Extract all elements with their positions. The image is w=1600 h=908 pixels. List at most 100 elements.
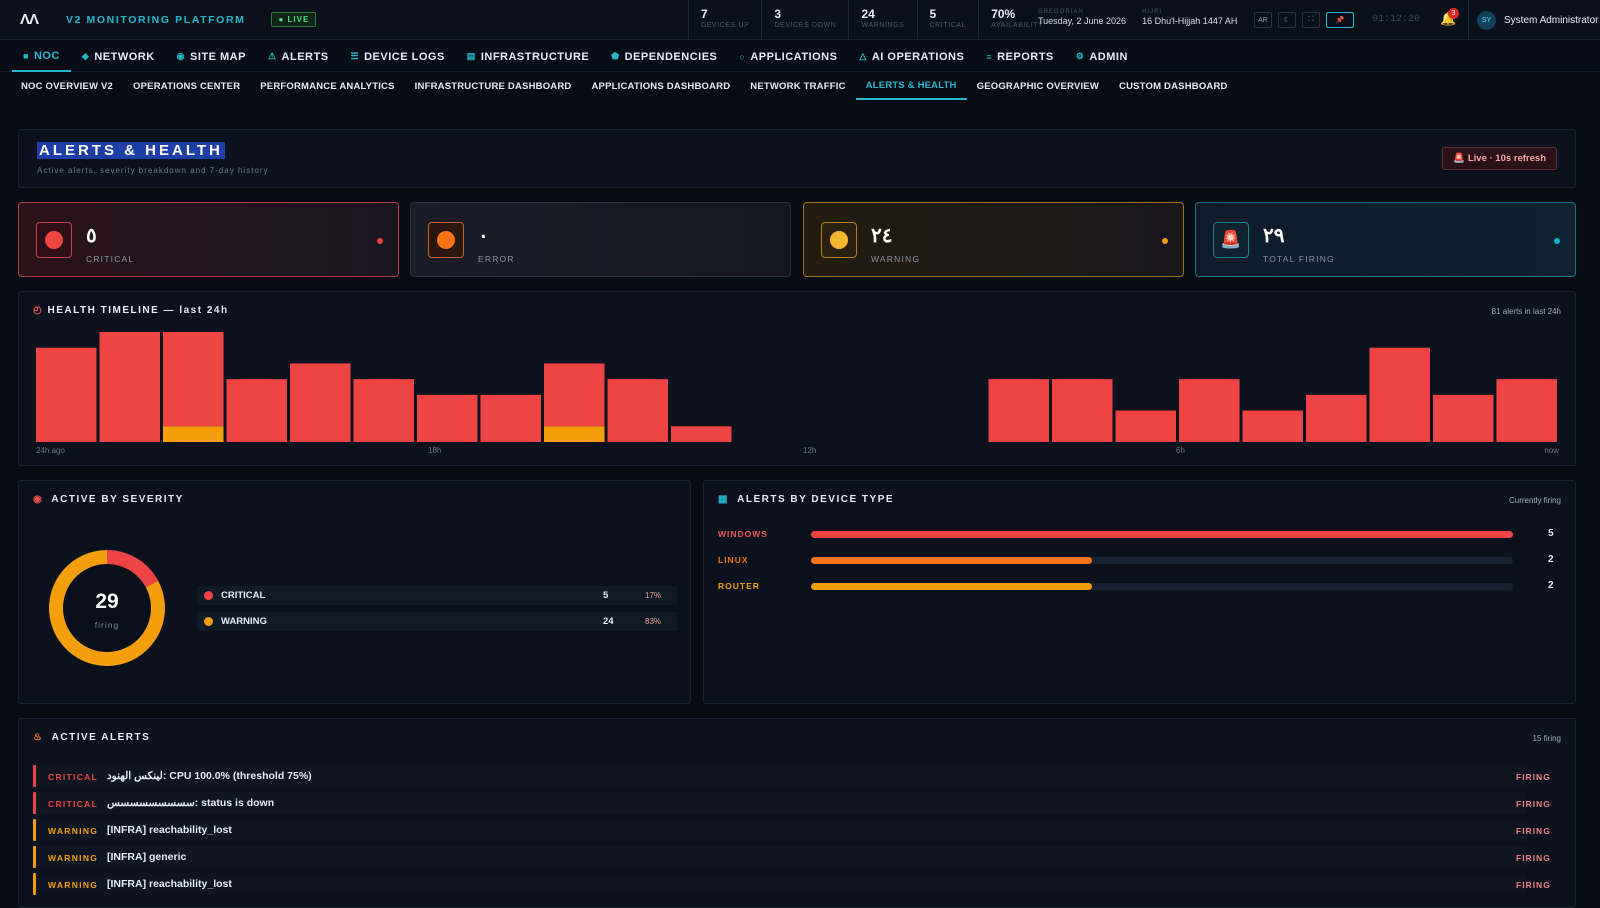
- dependency-icon: ⬟: [611, 51, 620, 61]
- tab-custom-dashboard[interactable]: CUSTOM DASHBOARD: [1109, 73, 1238, 100]
- active-alerts-title-text: ACTIVE ALERTS: [51, 732, 151, 743]
- nav-label: NOC: [33, 49, 60, 62]
- nav-admin[interactable]: ⚙ ADMIN: [1065, 41, 1139, 72]
- clock: 01:12:20: [1372, 14, 1421, 25]
- nav-infrastructure[interactable]: ▤ INFRASTRUCTURE: [456, 41, 600, 72]
- theme-toggle-button[interactable]: ☾: [1278, 12, 1296, 28]
- nav-dependencies[interactable]: ⬟ DEPENDENCIES: [600, 41, 728, 72]
- language-button[interactable]: AR: [1254, 12, 1272, 28]
- stat-label: DEVICES DOWN: [774, 22, 837, 29]
- nav-network[interactable]: ◆ NETWORK: [71, 41, 166, 72]
- alert-severity: WARNING: [48, 880, 99, 890]
- alert-row[interactable]: WARNING [INFRA] reachability_lost FIRING: [33, 819, 1550, 841]
- device-name: WINDOWS: [718, 529, 768, 539]
- notification-count-badge: 3: [1448, 8, 1459, 19]
- kpi-critical[interactable]: ٥ CRITICAL: [18, 202, 399, 277]
- page-header: ALERTS & HEALTH Active alerts, severity …: [18, 129, 1576, 188]
- user-name: System Administrator: [1504, 14, 1599, 26]
- timeline-bar: [1052, 379, 1113, 442]
- nav-alerts[interactable]: ⚠ ALERTS: [257, 41, 340, 72]
- alert-message: [INFRA] reachability_lost: [107, 878, 232, 890]
- nav-device-logs[interactable]: ☰ DEVICE LOGS: [340, 41, 456, 72]
- alert-row[interactable]: WARNING [INFRA] reachability_lost FIRING: [33, 873, 1550, 895]
- kpi-error[interactable]: ٠ ERROR: [410, 202, 791, 277]
- tab-alerts-health[interactable]: ALERTS & HEALTH: [855, 73, 967, 100]
- tab-operations-center[interactable]: OPERATIONS CENTER: [123, 73, 250, 100]
- live-badge: ● LIVE: [271, 12, 317, 27]
- status-dot: [1554, 238, 1560, 244]
- tab-performance-analytics[interactable]: PERFORMANCE ANALYTICS: [250, 73, 404, 100]
- user-menu[interactable]: SY System Administrator: [1468, 0, 1598, 40]
- timeline-bar: [671, 426, 732, 442]
- gregorian-date: Tuesday, 2 June 2026: [1038, 16, 1127, 26]
- alert-message: لينكس الهنود: CPU 100.0% (threshold 75%): [107, 770, 312, 782]
- logs-icon: ☰: [350, 51, 360, 61]
- severity-title: ◉ ACTIVE BY SEVERITY: [33, 494, 184, 505]
- axis-label-now: now: [1544, 446, 1559, 455]
- tab-infrastructure-dashboard[interactable]: INFRASTRUCTURE DASHBOARD: [405, 73, 582, 100]
- nav-ai-operations[interactable]: △ AI OPERATIONS: [848, 41, 975, 72]
- refresh-label: Live · 10s refresh: [1467, 153, 1546, 164]
- noc-icon: ■: [23, 50, 29, 61]
- toolbar-buttons: AR ☾ ⛶ 📌: [1254, 12, 1354, 28]
- alert-row[interactable]: CRITICAL سسسسسسسسس: status is down FIRING: [33, 792, 1550, 814]
- tab-noc-overview-v2[interactable]: NOC OVERVIEW V2: [11, 73, 123, 100]
- timeline-bar: [417, 394, 478, 442]
- kpi-value: ٠: [478, 225, 489, 247]
- timeline-bar: [1306, 394, 1367, 442]
- nav-label: DEPENDENCIES: [624, 50, 718, 63]
- severity-icon: ◉: [33, 494, 44, 505]
- device-type-title: ▦ ALERTS BY DEVICE TYPE: [718, 494, 894, 505]
- nav-noc[interactable]: ■ NOC: [12, 41, 71, 72]
- device-count: 2: [1548, 554, 1554, 565]
- primary-nav: ■ NOC ◆ NETWORK ◉ SITE MAP ⚠ ALERTS ☰ DEVICE …: [0, 41, 1600, 72]
- device-bar-fill: [811, 531, 1513, 538]
- stat-label: CRITICAL: [929, 22, 967, 29]
- kpi-label: TOTAL FIRING: [1263, 254, 1335, 264]
- alert-row[interactable]: CRITICAL لينكس الهنود: CPU 100.0% (thresh…: [33, 765, 1550, 787]
- avatar: SY: [1477, 10, 1496, 30]
- nav-label: AI OPERATIONS: [871, 50, 965, 63]
- axis-label-6h: 6h: [1176, 446, 1185, 455]
- map-icon: ◉: [176, 51, 185, 61]
- nav-reports[interactable]: ≡ REPORTS: [975, 41, 1064, 72]
- severity-stripe: [33, 873, 36, 895]
- alert-severity: WARNING: [48, 826, 99, 836]
- kpi-warning[interactable]: ٢٤ WARNING: [803, 202, 1184, 277]
- timeline-title-text: HEALTH TIMELINE — last 24h: [47, 305, 229, 316]
- kpi-value: ٢٤: [871, 225, 893, 247]
- alert-status: FIRING: [1516, 853, 1551, 863]
- severity-stripe: [33, 792, 36, 814]
- pin-button[interactable]: 📌: [1326, 12, 1354, 28]
- gregorian-date-block: GREGORIAN Tuesday, 2 June 2026: [1038, 9, 1126, 26]
- critical-dot-icon: [45, 231, 63, 249]
- tab-network-traffic[interactable]: NETWORK TRAFFIC: [740, 73, 855, 100]
- severity-pct: 17%: [645, 591, 662, 600]
- timeline-bar: [1179, 379, 1240, 442]
- nav-site-map[interactable]: ◉ SITE MAP: [166, 41, 257, 72]
- timeline-bar: [290, 363, 351, 442]
- brand-name: V2 MONITORING PLATFORM: [66, 13, 246, 26]
- live-refresh-button[interactable]: 🚨 Live · 10s refresh: [1442, 147, 1557, 170]
- status-dot: [377, 238, 383, 244]
- severity-row-critical: CRITICAL 5 17%: [197, 586, 677, 605]
- network-icon: ◆: [81, 51, 90, 61]
- tab-geographic-overview[interactable]: GEOGRAPHIC OVERVIEW: [967, 73, 1109, 100]
- severity-name: CRITICAL: [221, 590, 266, 601]
- fullscreen-button[interactable]: ⛶: [1302, 12, 1320, 28]
- nav-label: INFRASTRUCTURE: [480, 50, 590, 63]
- device-row-windows: WINDOWS 5: [704, 527, 1560, 543]
- severity-count: 24: [603, 616, 614, 627]
- kpi-total-firing[interactable]: 🚨 ٢٩ TOTAL FIRING: [1195, 202, 1576, 277]
- alert-icon: ⚠: [267, 51, 277, 61]
- nav-label: NETWORK: [94, 50, 155, 63]
- status-stats: 7 DEVICES UP 3 DEVICES DOWN 24 WARNINGS 5 CR…: [688, 0, 1055, 40]
- timeline-bar: [480, 394, 541, 442]
- severity-stripe: [33, 846, 36, 868]
- device-bar-fill: [811, 583, 1092, 590]
- tab-applications-dashboard[interactable]: APPLICATIONS DASHBOARD: [581, 73, 740, 100]
- kpi-label: WARNING: [871, 254, 921, 264]
- nav-applications[interactable]: ○ APPLICATIONS: [728, 41, 848, 72]
- alert-row[interactable]: WARNING [INFRA] generic FIRING: [33, 846, 1550, 868]
- alert-severity: CRITICAL: [48, 772, 99, 782]
